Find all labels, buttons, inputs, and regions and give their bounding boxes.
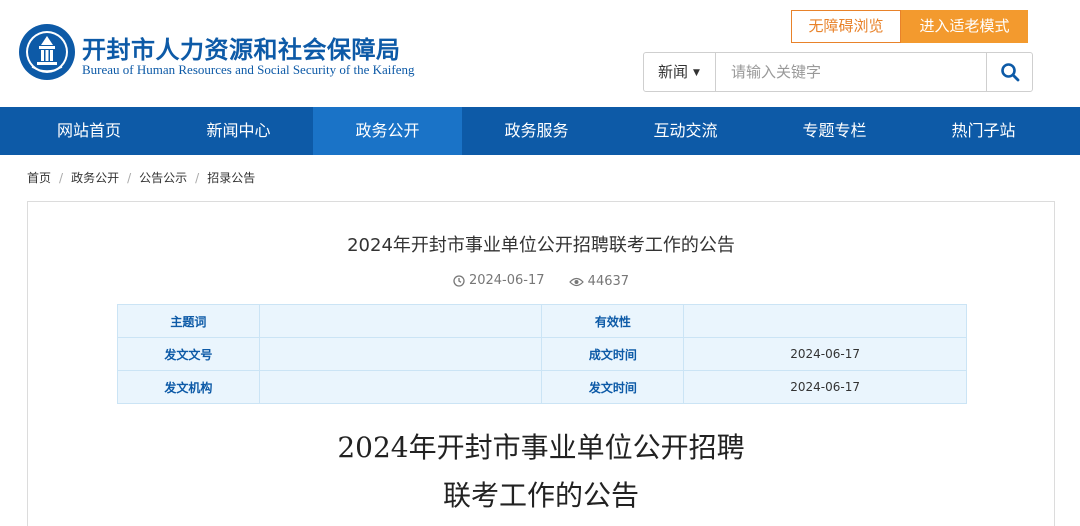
view-count: 44637 xyxy=(568,274,630,289)
nav-item-substations[interactable]: 热门子站 xyxy=(909,107,1058,155)
breadcrumb-notices[interactable]: 公告公示 xyxy=(139,171,187,185)
validity-label: 有效性 xyxy=(541,304,685,338)
search-input[interactable] xyxy=(716,53,986,91)
nav-item-gov-services[interactable]: 政务服务 xyxy=(462,107,611,155)
doc-number-value xyxy=(258,337,543,371)
published-date-value: 2024-06-17 xyxy=(683,370,967,404)
keyword-label: 主题词 xyxy=(117,304,260,338)
main-nav: 网站首页 新闻中心 政务公开 政务服务 互动交流 专题专栏 热门子站 xyxy=(0,107,1080,155)
view-count-text: 44637 xyxy=(587,274,630,289)
nav-item-home[interactable]: 网站首页 xyxy=(0,107,164,155)
breadcrumb-separator: / xyxy=(59,171,64,185)
site-subtitle: Bureau of Human Resources and Social Sec… xyxy=(82,62,415,77)
publish-date: 2024-06-17 xyxy=(453,273,545,288)
search-category-label: 新闻 xyxy=(658,63,689,81)
breadcrumb-gov-affairs[interactable]: 政务公开 xyxy=(71,171,119,185)
table-row: 主题词 有效性 xyxy=(117,304,967,338)
clock-icon xyxy=(453,274,465,287)
issuing-org-label: 发文机构 xyxy=(117,370,260,404)
article-heading-line-1: 2024年开封市事业单位公开招聘 xyxy=(337,431,745,464)
article-meta: 2024-06-17 44637 xyxy=(28,273,1054,291)
breadcrumb-separator: / xyxy=(127,171,132,185)
elder-mode-button[interactable]: 进入适老模式 xyxy=(901,10,1028,43)
article-container: 2024年开封市事业单位公开招聘联考工作的公告 2024-06-17 44637… xyxy=(27,201,1055,526)
search-icon xyxy=(1000,63,1019,82)
nav-item-gov-affairs[interactable]: 政务公开 xyxy=(313,107,462,155)
breadcrumb: 首页 / 政务公开 / 公告公示 / 招录公告 xyxy=(27,169,255,186)
table-row: 发文机构 发文时间 2024-06-17 xyxy=(117,370,967,404)
nav-item-topics[interactable]: 专题专栏 xyxy=(760,107,909,155)
search-bar: 新闻 ▼ xyxy=(643,52,1033,92)
breadcrumb-separator: / xyxy=(195,171,200,185)
site-header: 开封市人力资源和社会保障局 Bureau of Human Resources … xyxy=(0,0,1080,107)
breadcrumb-recruitment[interactable]: 招录公告 xyxy=(207,171,255,185)
accessibility-button[interactable]: 无障碍浏览 xyxy=(791,10,901,43)
issuing-org-value xyxy=(258,370,543,404)
search-button[interactable] xyxy=(986,53,1032,91)
published-date-label: 发文时间 xyxy=(541,370,685,404)
breadcrumb-home[interactable]: 首页 xyxy=(27,171,51,185)
doc-number-label: 发文文号 xyxy=(117,337,260,371)
article-heading-line-2: 联考工作的公告 xyxy=(442,479,639,512)
nav-item-news[interactable]: 新闻中心 xyxy=(164,107,313,155)
keyword-value xyxy=(258,304,543,338)
document-info-table: 主题词 有效性 发文文号 成文时间 2024-06-17 发文机构 发文时间 2… xyxy=(117,304,967,404)
caret-down-icon: ▼ xyxy=(693,68,700,78)
publish-date-text: 2024-06-17 xyxy=(468,273,545,288)
nav-item-interaction[interactable]: 互动交流 xyxy=(611,107,760,155)
created-date-value: 2024-06-17 xyxy=(683,337,967,371)
article-title: 2024年开封市事业单位公开招聘联考工作的公告 xyxy=(347,235,735,256)
search-category-dropdown[interactable]: 新闻 ▼ xyxy=(644,53,716,91)
eye-icon xyxy=(568,277,584,286)
bureau-emblem-logo[interactable] xyxy=(18,23,76,81)
validity-value xyxy=(683,304,967,338)
table-row: 发文文号 成文时间 2024-06-17 xyxy=(117,337,967,371)
site-title: 开封市人力资源和社会保障局 xyxy=(82,36,401,64)
article-heading: 2024年开封市事业单位公开招聘 联考工作的公告 xyxy=(28,424,1054,520)
created-date-label: 成文时间 xyxy=(541,337,685,371)
